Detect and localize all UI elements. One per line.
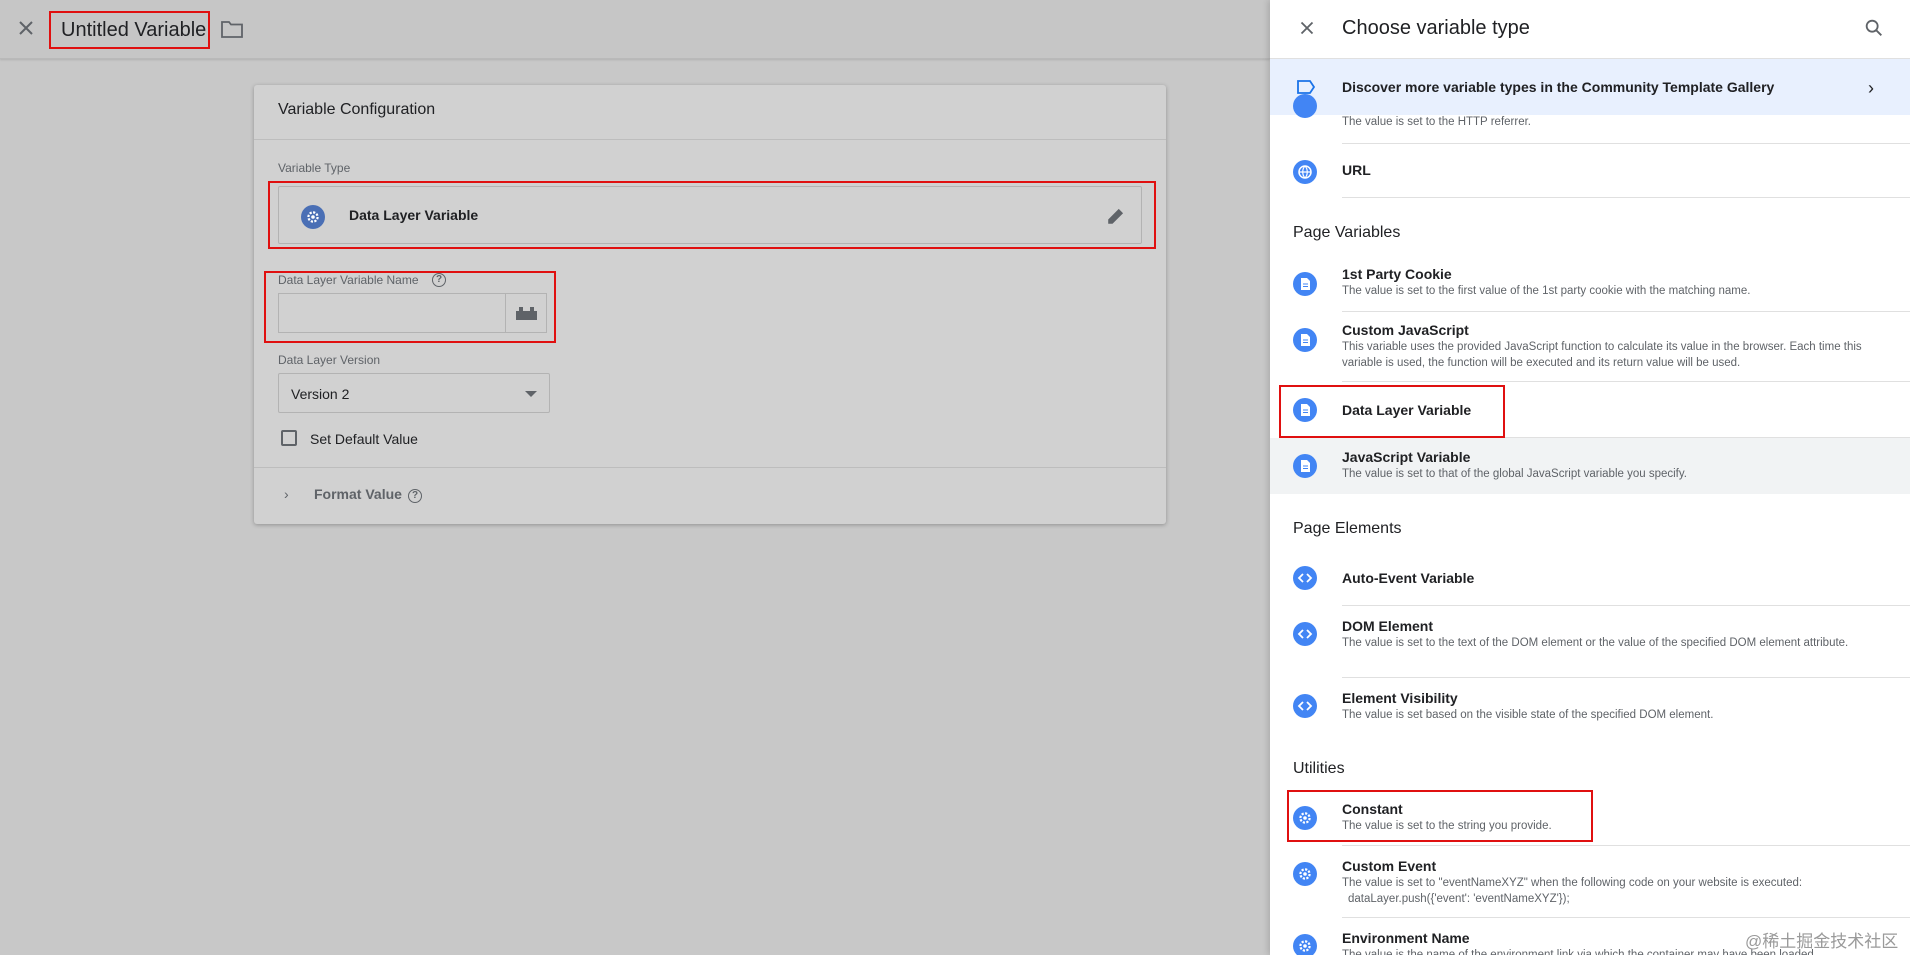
item-name: 1st Party Cookie <box>1342 266 1452 282</box>
variable-configuration-card: Variable Configuration Variable Type Dat… <box>254 85 1166 524</box>
variable-title-highlight[interactable]: Untitled Variable <box>49 11 210 49</box>
list-item-custom-event[interactable]: Custom Event The value is set to "eventN… <box>1270 846 1910 918</box>
set-default-label[interactable]: Set Default Value <box>310 431 418 447</box>
item-code: dataLayer.push({'event': 'eventNameXYZ'}… <box>1348 893 1570 905</box>
item-name: Element Visibility <box>1342 690 1458 706</box>
variable-type-label: Variable Type <box>278 161 351 175</box>
editor-header: Untitled Variable <box>0 0 1270 59</box>
pencil-icon[interactable] <box>1105 205 1127 227</box>
choose-variable-type-panel: Choose variable type Discover more varia… <box>1270 0 1910 955</box>
item-name: Auto-Event Variable <box>1342 570 1475 586</box>
section-page-variables: Page Variables <box>1293 224 1401 241</box>
item-desc: The value is set to the HTTP referrer. <box>1342 116 1531 128</box>
help-icon[interactable]: ? <box>408 489 422 503</box>
variable-picker-button[interactable] <box>506 293 547 333</box>
list-item-dom-element[interactable]: DOM Element The value is set to the text… <box>1270 606 1910 678</box>
dl-version-select[interactable]: Version 2 <box>278 373 550 413</box>
item-desc: The value is set to that of the global J… <box>1342 468 1687 480</box>
item-name: Environment Name <box>1342 930 1470 946</box>
constant-highlight <box>1287 790 1593 842</box>
list-item-referrer[interactable]: The value is set to the HTTP referrer. <box>1270 94 1910 144</box>
item-desc: The value is set to the text of the DOM … <box>1342 637 1849 649</box>
list-item-1st-party-cookie[interactable]: 1st Party Cookie The value is set to the… <box>1270 256 1910 312</box>
lego-brick-icon <box>516 307 537 320</box>
dl-version-value: Version 2 <box>291 386 350 402</box>
gear-icon <box>301 205 325 229</box>
globe-icon <box>1293 94 1317 118</box>
list-item-element-visibility[interactable]: Element Visibility The value is set base… <box>1270 678 1910 734</box>
item-desc: This variable uses the provided JavaScri… <box>1342 341 1862 369</box>
variable-type-name: Data Layer Variable <box>349 207 479 223</box>
watermark: @稀土掘金技术社区 <box>1745 932 1899 951</box>
document-icon <box>1293 328 1317 352</box>
chevron-right-icon[interactable]: › <box>284 486 289 502</box>
dropdown-caret-icon <box>525 391 537 397</box>
dl-version-label: Data Layer Version <box>278 353 381 367</box>
panel-header: Choose variable type <box>1270 0 1910 59</box>
list-item-custom-javascript[interactable]: Custom JavaScript This variable uses the… <box>1270 312 1910 382</box>
chevron-right-icon: › <box>1868 78 1874 98</box>
gear-icon <box>1293 934 1317 955</box>
label-tag-icon <box>1297 80 1316 94</box>
variable-editor: Untitled Variable Variable Configuration… <box>0 0 1270 955</box>
code-brackets-icon <box>1293 566 1317 590</box>
list-item-url[interactable]: URL <box>1270 144 1910 198</box>
close-icon[interactable] <box>14 16 38 40</box>
list-item-javascript-variable[interactable]: JavaScript Variable The value is set to … <box>1270 438 1910 494</box>
item-name: URL <box>1342 162 1371 178</box>
code-brackets-icon <box>1293 622 1317 646</box>
item-desc: The value is set based on the visible st… <box>1342 709 1714 721</box>
globe-icon <box>1293 160 1317 184</box>
variable-title[interactable]: Untitled Variable <box>61 19 206 42</box>
section-utilities: Utilities <box>1293 760 1345 777</box>
section-page-elements: Page Elements <box>1293 520 1402 537</box>
divider <box>254 467 1166 468</box>
format-value-toggle[interactable]: Format Value <box>314 486 402 502</box>
set-default-checkbox[interactable] <box>281 430 297 446</box>
panel-title: Choose variable type <box>1342 17 1530 39</box>
dl-variable-name-input[interactable] <box>278 293 506 333</box>
code-brackets-icon <box>1293 694 1317 718</box>
card-header: Variable Configuration <box>254 85 1166 140</box>
search-icon[interactable] <box>1863 17 1885 39</box>
list-item-auto-event-variable[interactable]: Auto-Event Variable <box>1270 552 1910 606</box>
item-name: Custom Event <box>1342 858 1437 874</box>
item-name: Custom JavaScript <box>1342 322 1469 338</box>
gear-icon <box>1293 862 1317 886</box>
item-name: DOM Element <box>1342 618 1434 634</box>
document-icon <box>1293 272 1317 296</box>
document-icon <box>1293 454 1317 478</box>
item-desc: The value is set to the first value of t… <box>1342 285 1751 297</box>
data-layer-variable-highlight <box>1279 385 1505 438</box>
card-title: Variable Configuration <box>278 101 436 118</box>
close-icon[interactable] <box>1296 17 1318 39</box>
item-name: JavaScript Variable <box>1342 449 1471 465</box>
variable-type-selector[interactable]: Data Layer Variable <box>278 186 1142 244</box>
folder-icon[interactable] <box>220 18 244 40</box>
discover-text: Discover more variable types in the Comm… <box>1342 79 1775 95</box>
item-desc: The value is set to "eventNameXYZ" when … <box>1342 877 1803 889</box>
